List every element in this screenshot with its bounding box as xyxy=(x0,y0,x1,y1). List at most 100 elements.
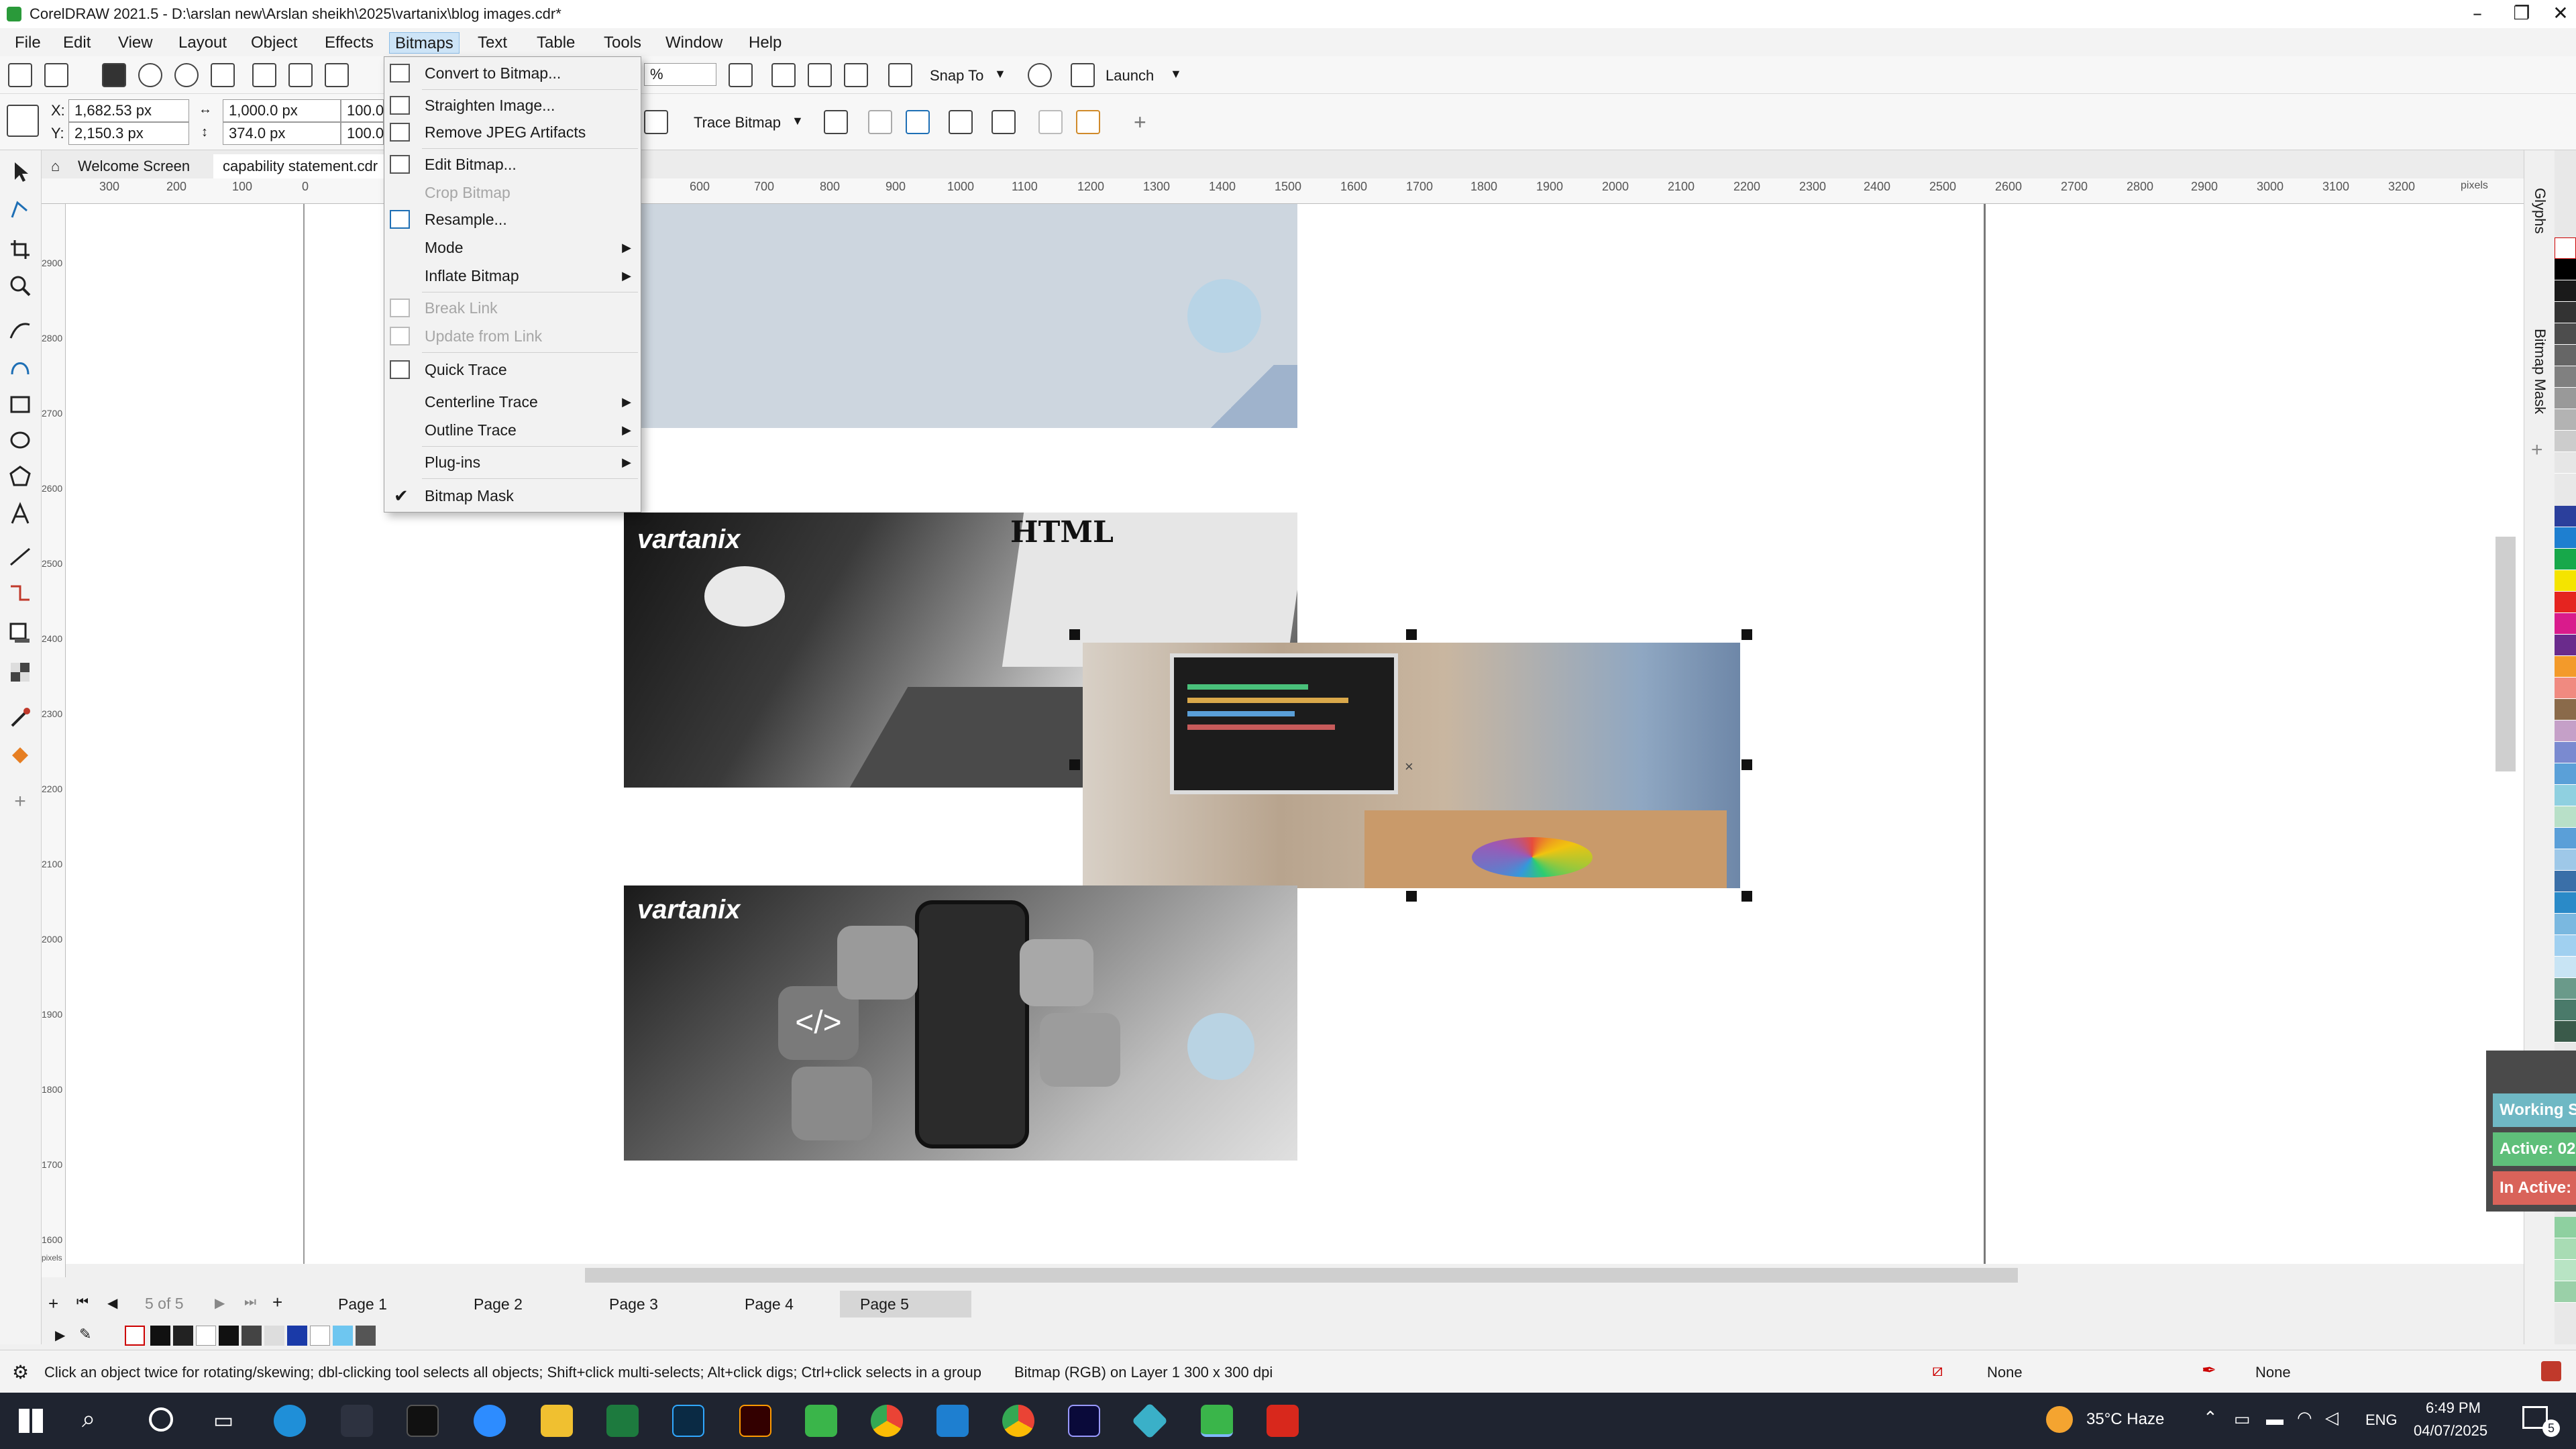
color-swatch[interactable] xyxy=(2555,849,2576,871)
freehand-tool-icon[interactable] xyxy=(8,318,32,342)
zoom-level-field[interactable]: % xyxy=(644,63,716,86)
launch-icon[interactable] xyxy=(1071,63,1095,87)
color-swatch[interactable] xyxy=(241,1326,262,1346)
menu-item-edit-bitmap[interactable]: Edit Bitmap... xyxy=(384,151,641,178)
show-guidelines-icon[interactable] xyxy=(844,63,868,87)
working-status[interactable]: Working S xyxy=(2493,1093,2576,1127)
add-icon[interactable]: + xyxy=(1134,110,1146,135)
snap-to-chevron-icon[interactable]: ▼ xyxy=(994,67,1006,81)
color-swatch[interactable] xyxy=(2555,431,2576,452)
color-swatch[interactable] xyxy=(2555,871,2576,892)
page-tab-3[interactable]: Page 3 xyxy=(589,1291,678,1318)
color-swatch[interactable] xyxy=(264,1326,284,1346)
home-icon[interactable]: ⌂ xyxy=(42,154,68,178)
menu-file[interactable]: File xyxy=(9,32,46,54)
show-grid-icon[interactable] xyxy=(808,63,832,87)
color-swatch[interactable] xyxy=(2555,280,2576,302)
color-swatch[interactable] xyxy=(2555,828,2576,849)
color-swatch[interactable] xyxy=(2555,452,2576,474)
menu-item-quick-trace[interactable]: Quick Trace xyxy=(384,356,641,383)
launch-chevron-icon[interactable]: ▼ xyxy=(1170,67,1182,81)
color-swatch[interactable] xyxy=(2555,592,2576,613)
menu-bitmaps[interactable]: Bitmaps xyxy=(389,32,460,54)
menu-item-resample[interactable]: Resample... xyxy=(384,206,641,233)
drop-shadow-tool-icon[interactable] xyxy=(8,621,32,645)
clock-date[interactable]: 04/07/2025 xyxy=(2414,1422,2487,1440)
color-swatch[interactable] xyxy=(2555,549,2576,570)
color-swatch[interactable] xyxy=(2555,914,2576,935)
color-swatch[interactable] xyxy=(2555,570,2576,592)
menu-item-centerline-trace[interactable]: Centerline Trace ▶ xyxy=(384,388,641,415)
color-swatch[interactable] xyxy=(2555,1217,2576,1238)
page-tab-1[interactable]: Page 1 xyxy=(318,1291,407,1318)
selection-handle-se[interactable] xyxy=(1741,891,1752,902)
add-page-after-icon[interactable]: + xyxy=(272,1292,282,1313)
parallel-dimension-tool-icon[interactable] xyxy=(8,545,32,569)
full-screen-preview-icon[interactable] xyxy=(729,63,753,87)
task-view-icon[interactable]: ▭ xyxy=(213,1407,233,1433)
color-swatch[interactable] xyxy=(2555,613,2576,635)
object-origin-icon[interactable] xyxy=(7,105,39,137)
tab-capability-statement[interactable]: capability statement.cdr xyxy=(213,154,388,178)
polygon-tool-icon[interactable] xyxy=(8,464,32,488)
edit-bitmap-icon[interactable] xyxy=(644,110,668,134)
menu-item-convert-to-bitmap[interactable]: Convert to Bitmap... xyxy=(384,60,641,87)
menu-item-inflate-bitmap[interactable]: Inflate Bitmap ▶ xyxy=(384,262,641,289)
color-swatch[interactable] xyxy=(2555,1000,2576,1021)
frame-icon[interactable] xyxy=(949,110,973,134)
glyphs-docker-tab[interactable]: Glyphs xyxy=(2531,188,2548,233)
previous-page-icon[interactable]: ◀ xyxy=(107,1295,117,1311)
curve-tool-icon[interactable] xyxy=(8,356,32,380)
zoom-icon[interactable] xyxy=(474,1405,506,1437)
acrobat-icon[interactable] xyxy=(1267,1405,1299,1437)
page-tab-5[interactable]: Page 5 xyxy=(840,1291,971,1318)
vscode-icon[interactable] xyxy=(936,1405,969,1437)
add-tool-icon[interactable]: + xyxy=(8,790,32,814)
color-swatch[interactable] xyxy=(2555,302,2576,323)
height-field[interactable]: 374.0 px xyxy=(223,122,341,145)
connector-tool-icon[interactable] xyxy=(8,581,32,605)
eyedropper-icon[interactable]: ✎ xyxy=(79,1326,91,1343)
color-swatch[interactable] xyxy=(310,1326,330,1346)
terminal-icon[interactable] xyxy=(407,1405,439,1437)
save-icon[interactable] xyxy=(102,63,126,87)
color-swatch[interactable] xyxy=(2555,409,2576,431)
snap-off-icon[interactable] xyxy=(888,63,912,87)
color-swatch[interactable] xyxy=(2555,1238,2576,1260)
no-fill-swatch[interactable] xyxy=(125,1326,145,1346)
ellipse-tool-icon[interactable] xyxy=(8,428,32,452)
color-proof-icon[interactable] xyxy=(2541,1361,2561,1381)
color-swatch[interactable] xyxy=(2555,892,2576,914)
color-swatch[interactable] xyxy=(2555,678,2576,699)
layers-icon[interactable] xyxy=(1076,110,1100,134)
color-swatch[interactable] xyxy=(150,1326,170,1346)
bitmap-mobile-photo[interactable]: vartanix </> xyxy=(624,885,1297,1161)
color-swatch[interactable] xyxy=(2555,1281,2576,1303)
new-document-icon[interactable] xyxy=(8,63,32,87)
eyedropper-tool-icon[interactable] xyxy=(8,706,32,730)
y-position-field[interactable]: 2,150.3 px xyxy=(68,122,189,145)
bitmap-color-mask-icon[interactable] xyxy=(906,110,930,134)
resample-icon[interactable] xyxy=(868,110,892,134)
cloud-icon[interactable] xyxy=(138,63,162,87)
color-swatch[interactable] xyxy=(2555,656,2576,678)
weather-icon[interactable] xyxy=(2046,1406,2073,1433)
selection-handle-n[interactable] xyxy=(1406,629,1417,640)
color-swatch[interactable] xyxy=(2555,345,2576,366)
volume-icon[interactable]: ◁ xyxy=(2325,1407,2339,1428)
close-button[interactable]: ✕ xyxy=(2542,1,2576,25)
crop-tool-icon[interactable] xyxy=(8,237,32,262)
color-swatch[interactable] xyxy=(2555,978,2576,1000)
color-swatch[interactable] xyxy=(287,1326,307,1346)
battery-icon[interactable]: ▬ xyxy=(2266,1409,2284,1430)
vertical-ruler[interactable]: 2900 2800 2700 2600 2500 2400 2300 2200 … xyxy=(42,204,66,1277)
color-swatch[interactable] xyxy=(2555,1260,2576,1281)
cloud-upload-icon[interactable] xyxy=(174,63,199,87)
color-swatch[interactable] xyxy=(2555,699,2576,720)
zoom-tool-icon[interactable] xyxy=(8,274,32,298)
coreldraw-active-icon[interactable] xyxy=(1201,1405,1233,1437)
menu-object[interactable]: Object xyxy=(246,32,303,54)
layers-disabled-icon[interactable] xyxy=(1038,110,1063,134)
restore-button[interactable]: ❐ xyxy=(2504,1,2540,25)
wrap-text-icon[interactable] xyxy=(991,110,1016,134)
